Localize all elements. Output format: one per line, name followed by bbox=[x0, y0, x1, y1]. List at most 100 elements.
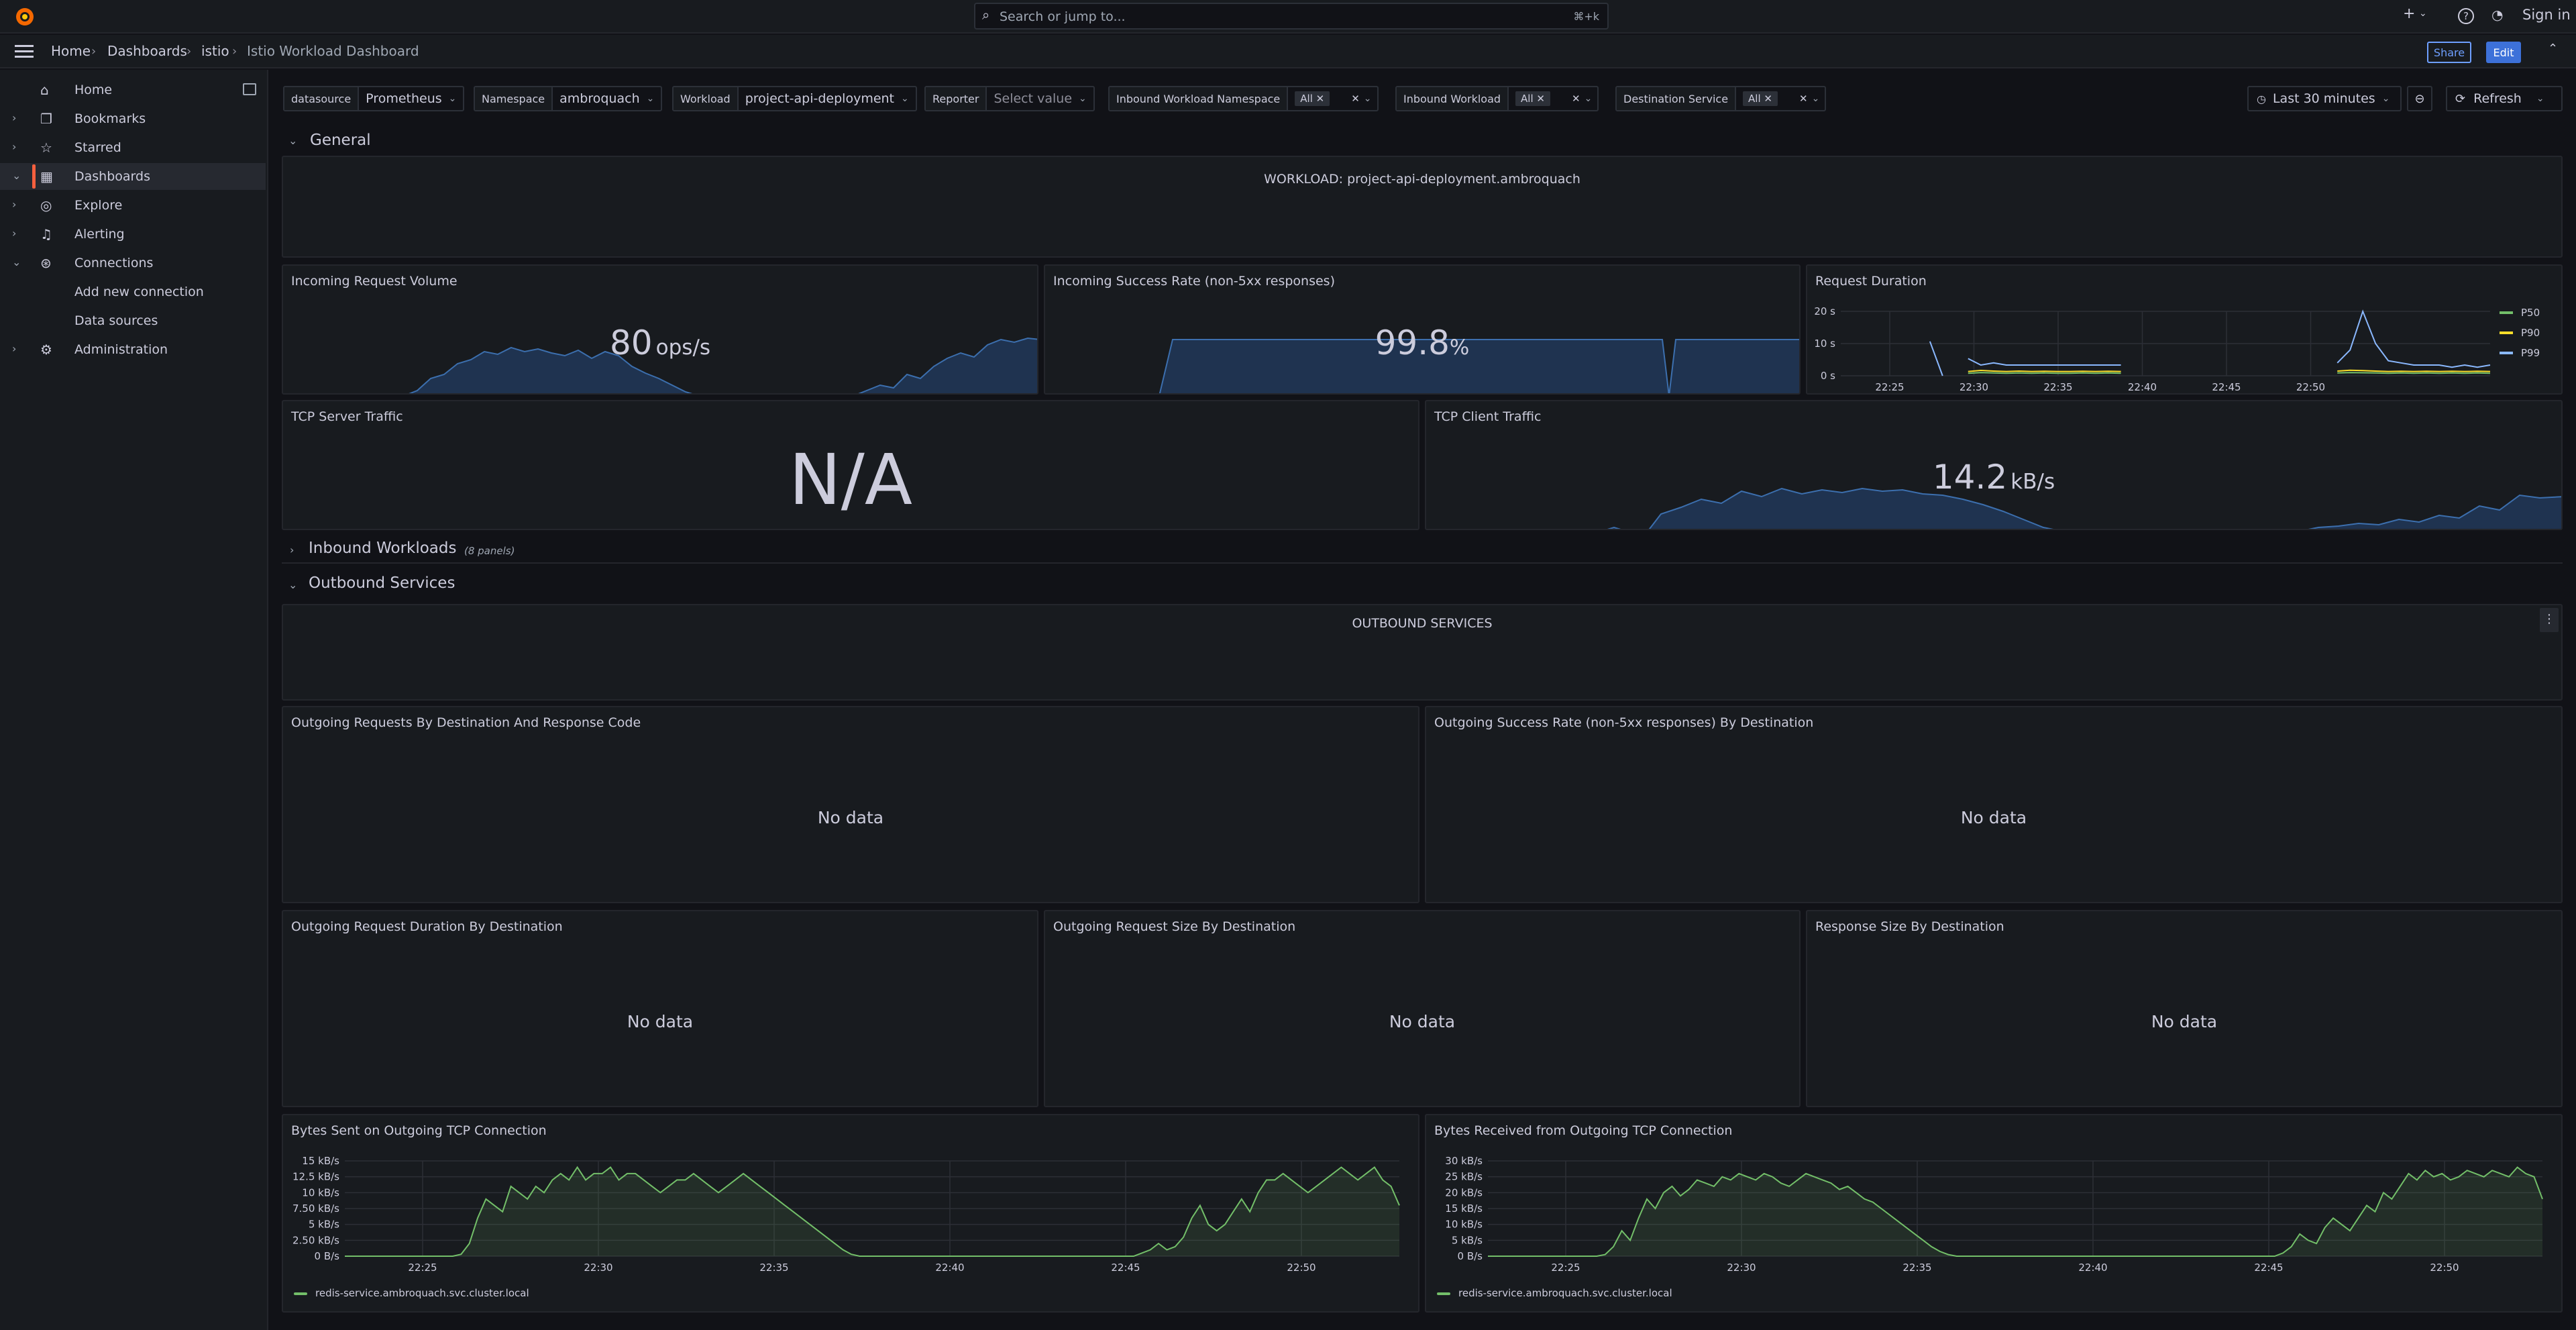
sidebar-item-label: Administration bbox=[74, 342, 168, 357]
chevron-icon[interactable]: › bbox=[12, 140, 16, 153]
legend-label: P99 bbox=[2521, 347, 2540, 359]
chevron-icon[interactable]: › bbox=[12, 198, 16, 211]
sidebar-item-administration[interactable]: › ⚙ Administration bbox=[0, 336, 266, 363]
chevron-icon[interactable]: ⌄ bbox=[12, 256, 21, 268]
panel-title: Outgoing Requests By Destination And Res… bbox=[291, 715, 641, 730]
no-data-text: No data bbox=[627, 1012, 694, 1031]
legend-item[interactable]: redis-service.ambroquach.svc.cluster.loc… bbox=[1437, 1287, 1672, 1299]
legend-label: P90 bbox=[2521, 327, 2540, 339]
legend-color-swatch bbox=[294, 1292, 307, 1295]
clear-icon[interactable]: ✕ bbox=[1799, 93, 1808, 105]
request-duration-chart: 0 s 10 s 20 s 22:25 22:30 22:35 22:40 22:45 22:5… bbox=[1814, 305, 2540, 393]
chevron-down-icon: ⌄ bbox=[1363, 93, 1372, 104]
sidebar-item-data-sources[interactable]: Data sources bbox=[0, 307, 266, 334]
var-inbound-workload[interactable]: Inbound Workload All ✕ ✕ ⌄ bbox=[1395, 86, 1599, 111]
x-tick-label: 22:30 bbox=[1727, 1262, 1756, 1274]
row-title-outbound[interactable]: Outbound Services bbox=[309, 574, 455, 592]
var-reporter[interactable]: Reporter Select value ⌄ bbox=[924, 86, 1095, 111]
row-title-general[interactable]: General bbox=[310, 132, 371, 149]
news-feed-icon[interactable]: ◔ bbox=[2491, 7, 2503, 23]
panel-title: Bytes Received from Outgoing TCP Connect… bbox=[1434, 1123, 1733, 1138]
panel-outgoing-request-duration[interactable]: Outgoing Request Duration By Destination… bbox=[282, 910, 1038, 1107]
clear-icon[interactable]: ✕ bbox=[1572, 93, 1580, 105]
panel-title: Outgoing Request Size By Destination bbox=[1053, 919, 1296, 934]
panel-title: TCP Server Traffic bbox=[291, 409, 403, 424]
var-inbound-namespace[interactable]: Inbound Workload Namespace All ✕ ✕ ⌄ bbox=[1108, 86, 1379, 111]
x-tick-label: 22:30 bbox=[584, 1262, 612, 1274]
var-chip[interactable]: All ✕ bbox=[1515, 91, 1550, 106]
var-namespace[interactable]: Namespace ambroquach ⌄ bbox=[474, 86, 663, 111]
panel-menu-icon[interactable]: ⋮ bbox=[2540, 608, 2559, 632]
legend-item[interactable]: redis-service.ambroquach.svc.cluster.loc… bbox=[294, 1287, 529, 1299]
clear-icon[interactable]: ✕ bbox=[1351, 93, 1360, 105]
var-chip[interactable]: All ✕ bbox=[1295, 91, 1330, 106]
chevron-icon[interactable]: › bbox=[12, 342, 16, 355]
sidebar-item-label: Starred bbox=[74, 140, 121, 155]
panel-response-size[interactable]: Response Size By Destination No data bbox=[1806, 910, 2563, 1107]
chevron-icon[interactable]: ⌄ bbox=[12, 169, 21, 182]
y-tick-label: 25 kB/s bbox=[1445, 1171, 1483, 1183]
panel-outgoing-request-size[interactable]: Outgoing Request Size By Destination No … bbox=[1044, 910, 1801, 1107]
x-tick-label: 22:25 bbox=[408, 1262, 437, 1274]
edit-button[interactable]: Edit bbox=[2486, 42, 2521, 63]
y-tick-label: 20 kB/s bbox=[1445, 1186, 1483, 1198]
search-shortcut: ⌘+k bbox=[1573, 10, 1599, 23]
grafana-logo-icon[interactable] bbox=[13, 5, 36, 28]
row-title-inbound[interactable]: Inbound Workloads bbox=[309, 540, 456, 557]
sidebar-item-dashboards[interactable]: ⌄ ▦ Dashboards bbox=[0, 163, 266, 190]
search-bar[interactable]: ⌕ Search or jump to... ⌘+k bbox=[974, 3, 1609, 30]
var-destination-service[interactable]: Destination Service All ✕ ✕ ⌄ bbox=[1615, 86, 1827, 111]
row-divider bbox=[282, 562, 2563, 564]
var-datasource[interactable]: datasource Prometheus ⌄ bbox=[283, 86, 465, 111]
breadcrumb-istio[interactable]: istio bbox=[201, 43, 229, 59]
x-tick-label: 22:45 bbox=[1111, 1262, 1140, 1274]
sidebar-item-add-new-connection[interactable]: Add new connection bbox=[0, 278, 266, 305]
sign-in-link[interactable]: Sign in bbox=[2522, 7, 2571, 23]
var-label: Inbound Workload Namespace bbox=[1110, 87, 1289, 110]
chevron-down-icon[interactable]: ⌄ bbox=[2419, 8, 2427, 19]
zoom-out-button[interactable]: ⊖ bbox=[2407, 86, 2432, 111]
y-tick-label: 10 kB/s bbox=[1445, 1219, 1483, 1231]
panel-bytes-sent[interactable]: Bytes Sent on Outgoing TCP Connection 0 … bbox=[282, 1114, 1419, 1313]
var-workload[interactable]: Workload project-api-deployment ⌄ bbox=[672, 86, 917, 111]
menu-toggle-icon[interactable] bbox=[15, 44, 34, 58]
y-tick-label: 0 B/s bbox=[1458, 1250, 1483, 1262]
series-line-P50 bbox=[1968, 372, 2121, 374]
sidebar-item-home[interactable]: ⌂ Home bbox=[0, 76, 266, 103]
panel-outgoing-requests[interactable]: Outgoing Requests By Destination And Res… bbox=[282, 706, 1419, 903]
series-line-P90 bbox=[2337, 369, 2491, 372]
panel-incoming-request-volume[interactable]: Incoming Request Volume 80 ops/s bbox=[282, 264, 1038, 395]
panel-incoming-success-rate[interactable]: Incoming Success Rate (non-5xx responses… bbox=[1044, 264, 1801, 395]
row-collapse-chevron-icon[interactable]: ⌄ bbox=[288, 578, 297, 591]
row-expand-chevron-icon[interactable]: › bbox=[290, 544, 294, 556]
sidebar-item-starred[interactable]: › ☆ Starred bbox=[0, 134, 266, 161]
panel-bytes-received[interactable]: Bytes Received from Outgoing TCP Connect… bbox=[1425, 1114, 2563, 1313]
bytes-sent-chart: 0 B/s 2.50 kB/s 5 kB/s 7.50 kB/s 10 kB/s 12.5… bbox=[292, 1155, 1400, 1274]
panel-request-duration[interactable]: Request Duration 0 s 10 s 20 s 22:25 22:30 22… bbox=[1806, 264, 2563, 395]
plus-icon[interactable]: + bbox=[2403, 5, 2415, 22]
panel-tcp-server-traffic[interactable]: TCP Server Traffic N/A bbox=[282, 400, 1419, 530]
help-icon[interactable]: ? bbox=[2458, 8, 2474, 24]
panel-title: Response Size By Destination bbox=[1815, 919, 2004, 934]
row-collapse-chevron-icon[interactable]: ⌄ bbox=[288, 134, 297, 147]
sidebar-item-bookmarks[interactable]: › ❐ Bookmarks bbox=[0, 105, 266, 132]
star-icon: ☆ bbox=[40, 140, 52, 156]
panel-tcp-client-traffic[interactable]: TCP Client Traffic 14.2 kB/s bbox=[1425, 400, 2563, 530]
sidebar-item-alerting[interactable]: › ♫ Alerting bbox=[0, 221, 266, 248]
var-chip[interactable]: All ✕ bbox=[1743, 91, 1778, 106]
share-button[interactable]: Share bbox=[2427, 42, 2471, 63]
sidebar-item-connections[interactable]: ⌄ ⊛ Connections bbox=[0, 250, 266, 276]
time-range-picker[interactable]: ◷ Last 30 minutes ⌄ bbox=[2247, 86, 2402, 111]
refresh-button[interactable]: ⟳ Refresh ⌄ bbox=[2446, 86, 2563, 111]
breadcrumb-dashboards[interactable]: Dashboards bbox=[107, 43, 187, 59]
panel-title: Incoming Success Rate (non-5xx responses… bbox=[1053, 274, 1335, 289]
chevron-down-icon: ⌄ bbox=[2536, 93, 2544, 104]
panel-outgoing-success-rate[interactable]: Outgoing Success Rate (non-5xx responses… bbox=[1425, 706, 2563, 903]
breadcrumb-bar: Home › Dashboards › istio › Istio Worklo… bbox=[0, 35, 2576, 68]
breadcrumb-home[interactable]: Home bbox=[51, 43, 91, 59]
chevron-icon[interactable]: › bbox=[12, 111, 16, 124]
chevron-icon[interactable]: › bbox=[12, 227, 16, 240]
collapse-chevron-icon[interactable]: ⌃ bbox=[2548, 42, 2558, 56]
compass-icon: ◎ bbox=[40, 197, 52, 213]
sidebar-item-explore[interactable]: › ◎ Explore bbox=[0, 192, 266, 219]
